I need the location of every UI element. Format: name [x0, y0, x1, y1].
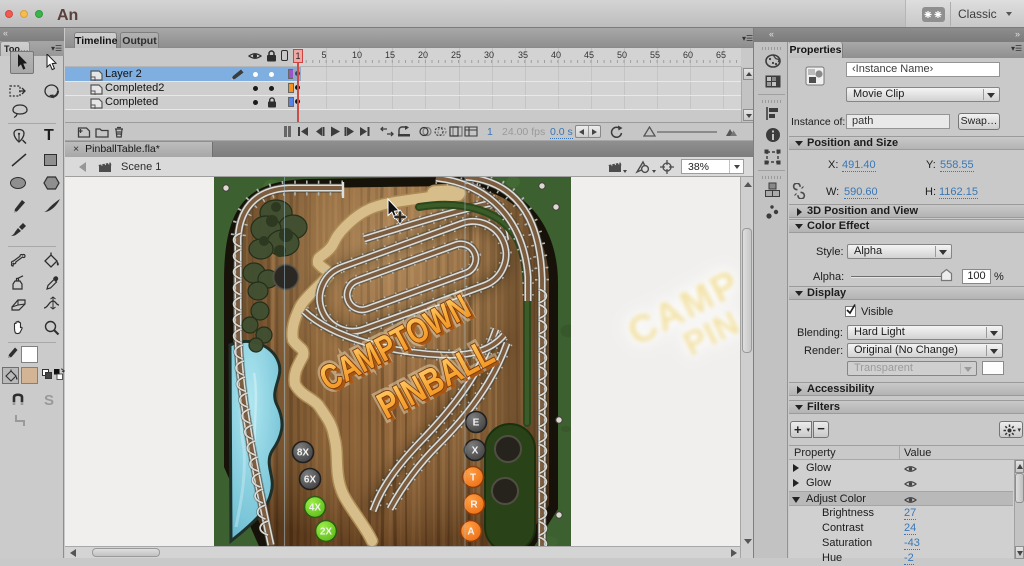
svg-text:6X: 6X [304, 475, 317, 486]
svg-text:4X: 4X [309, 503, 322, 514]
svg-text:R: R [470, 500, 478, 511]
svg-text:T: T [470, 473, 476, 484]
svg-text:X: X [472, 446, 479, 457]
svg-text:A: A [467, 527, 474, 538]
svg-text:E: E [473, 418, 480, 429]
svg-text:8X: 8X [297, 448, 310, 459]
svg-text:2X: 2X [320, 527, 333, 538]
